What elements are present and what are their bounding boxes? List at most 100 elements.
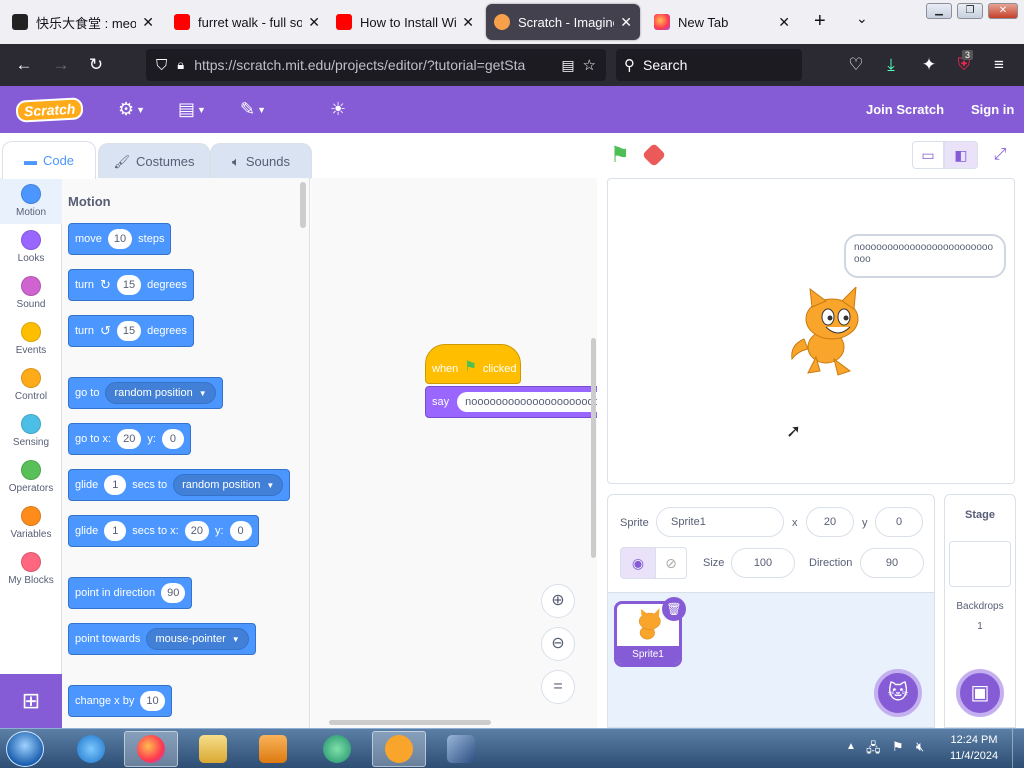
new-tab-icon[interactable]: + (814, 10, 826, 33)
action-center-flag-icon[interactable]: ⚑ (892, 739, 904, 755)
start-button-icon[interactable] (6, 731, 44, 767)
sprite-name-field[interactable]: Sprite1 (656, 507, 784, 537)
taskbar-media-player[interactable] (246, 731, 300, 767)
category-sound[interactable]: Sound (0, 270, 62, 316)
choose-backdrop-button[interactable]: ▣ (956, 669, 1004, 717)
choose-sprite-button[interactable]: 🐱︎ (874, 669, 922, 717)
tab-sounds[interactable]: 🔈︎ Sounds (210, 143, 312, 179)
category-sensing[interactable]: Sensing (0, 408, 62, 454)
block-dropdown[interactable]: mouse-pointer ▼ (146, 628, 249, 650)
taskbar-scratch[interactable] (372, 731, 426, 767)
back-icon[interactable]: ← (13, 54, 35, 76)
zoom-reset-icon[interactable]: = (541, 670, 575, 704)
search-input[interactable]: Search (643, 57, 687, 73)
block-input[interactable]: 90 (161, 583, 186, 603)
minimize-icon[interactable]: ▁ (926, 3, 952, 19)
url-bar[interactable]: ⛉ 🔒︎ https://scratch.mit.edu/projects/ed… (146, 49, 606, 81)
block-point-direction[interactable]: point in direction 90 (68, 577, 193, 609)
fullscreen-icon[interactable]: ⤢ (986, 141, 1014, 169)
block-input[interactable]: 0 (229, 521, 252, 541)
x-field[interactable]: 20 (806, 507, 854, 537)
block-input[interactable]: 1 (104, 521, 127, 541)
shield-icon[interactable]: ⛉ (156, 57, 167, 74)
block-glide-xy[interactable]: glide 1 secs to x: 20 y: 0 (68, 515, 259, 547)
block-input[interactable]: 15 (116, 275, 142, 295)
block-input[interactable]: 1 (104, 475, 127, 495)
list-tabs-icon[interactable]: ⌄ (856, 10, 868, 27)
category-control[interactable]: Control (0, 362, 62, 408)
scratch-logo[interactable]: Scratch (15, 86, 84, 133)
palette-scrollbar[interactable] (300, 182, 306, 228)
taskbar-app[interactable] (310, 731, 364, 767)
window-close-icon[interactable]: ✕ (988, 3, 1018, 19)
forward-icon[interactable]: → (50, 54, 72, 76)
browser-tab-active[interactable]: Scratch - Imagine, P ✕ (486, 4, 640, 40)
category-operators[interactable]: Operators (0, 454, 62, 500)
settings-menu[interactable]: ⚙ ▼ (118, 86, 145, 133)
category-motion[interactable]: Motion (0, 178, 62, 224)
block-turn-right[interactable]: turn ↻ 15 degrees (68, 269, 194, 301)
extensions-icon[interactable]: ✦ (918, 54, 940, 76)
sign-in-link[interactable]: Sign in (971, 86, 1014, 133)
block-point-towards[interactable]: point towards mouse-pointer ▼ (68, 623, 256, 655)
green-flag-icon[interactable]: ⚑ (610, 142, 636, 168)
close-icon[interactable]: ✕ (620, 14, 632, 31)
block-dropdown[interactable]: random position ▼ (173, 474, 284, 496)
file-menu[interactable]: ▤ ▼ (178, 86, 206, 133)
tab-code[interactable]: ▬ Code (2, 141, 96, 179)
zoom-out-icon[interactable]: ⊖ (541, 627, 575, 661)
small-stage-icon[interactable]: ▭ (912, 141, 944, 169)
menu-icon[interactable]: ≡ (988, 54, 1010, 76)
bookmark-star-icon[interactable]: ☆ (583, 56, 596, 74)
clock-date[interactable]: 11/4/2024 (942, 750, 1006, 762)
block-move-steps[interactable]: move 10 steps (68, 223, 172, 255)
block-say[interactable]: say nooooooooooooooooooooo (425, 386, 597, 418)
category-variables[interactable]: Variables (0, 500, 62, 546)
edit-menu[interactable]: ✎ ▼ (240, 86, 266, 133)
tutorials-button[interactable]: ☀ (330, 86, 346, 133)
browser-tab[interactable]: furret walk - full so ✕ (166, 4, 328, 40)
block-input[interactable]: 20 (184, 521, 209, 541)
show-sprite-icon[interactable]: ◉ (620, 547, 656, 579)
workspace-v-scrollbar[interactable] (591, 338, 596, 558)
close-icon[interactable]: ✕ (778, 14, 790, 31)
restore-icon[interactable]: ❐ (957, 3, 983, 19)
large-stage-icon[interactable]: ◧ (944, 141, 978, 169)
stage-canvas[interactable]: nooooooooooooooooooooooooooo ➚ (607, 178, 1015, 484)
stage-selector[interactable]: Stage Backdrops 1 ▣ (944, 494, 1016, 728)
block-input[interactable]: 10 (107, 229, 133, 249)
browser-tab[interactable]: New Tab ✕ (646, 4, 798, 40)
show-desktop-button[interactable] (1012, 729, 1024, 769)
downloads-icon[interactable]: ⤓ (880, 54, 902, 76)
block-go-to[interactable]: go to random position ▼ (68, 377, 223, 409)
block-when-flag-clicked[interactable]: when ⚑ clicked (425, 344, 521, 384)
volume-muted-icon[interactable]: 🔇︎ (916, 739, 924, 755)
url-text[interactable]: https://scratch.mit.edu/projects/editor/… (194, 57, 553, 73)
block-input[interactable]: 0 (161, 429, 184, 449)
reader-view-icon[interactable]: ▤ (561, 57, 574, 74)
backdrop-thumbnail[interactable] (949, 541, 1011, 587)
taskbar-firefox[interactable] (124, 731, 178, 767)
block-dropdown[interactable]: random position ▼ (105, 382, 216, 404)
join-scratch-link[interactable]: Join Scratch (866, 86, 944, 133)
reload-icon[interactable]: ↻ (85, 54, 107, 76)
taskbar-explorer[interactable] (186, 731, 240, 767)
browser-tab[interactable]: How to Install Wind ✕ (328, 4, 482, 40)
say-input[interactable]: nooooooooooooooooooooo (457, 392, 597, 412)
network-icon[interactable]: 🖧︎ (866, 739, 881, 761)
pocket-icon[interactable]: ♡ (845, 54, 867, 76)
block-input[interactable]: 15 (116, 321, 142, 341)
size-field[interactable]: 100 (731, 548, 795, 578)
clock-time[interactable]: 12:24 PM (942, 734, 1006, 746)
tab-costumes[interactable]: 🖌︎ Costumes (98, 143, 210, 179)
browser-tab[interactable]: 快乐大食堂 : meow ✕ (4, 4, 162, 40)
block-input[interactable]: 10 (140, 691, 165, 711)
block-turn-left[interactable]: turn ↺ 15 degrees (68, 315, 194, 347)
block-input[interactable]: 20 (117, 429, 142, 449)
taskbar-virtualbox[interactable] (434, 731, 488, 767)
sprite-cat[interactable] (786, 287, 874, 379)
block-go-to-xy[interactable]: go to x: 20 y: 0 (68, 423, 191, 455)
y-field[interactable]: 0 (875, 507, 923, 537)
direction-field[interactable]: 90 (860, 548, 924, 578)
close-icon[interactable]: ✕ (462, 14, 474, 31)
